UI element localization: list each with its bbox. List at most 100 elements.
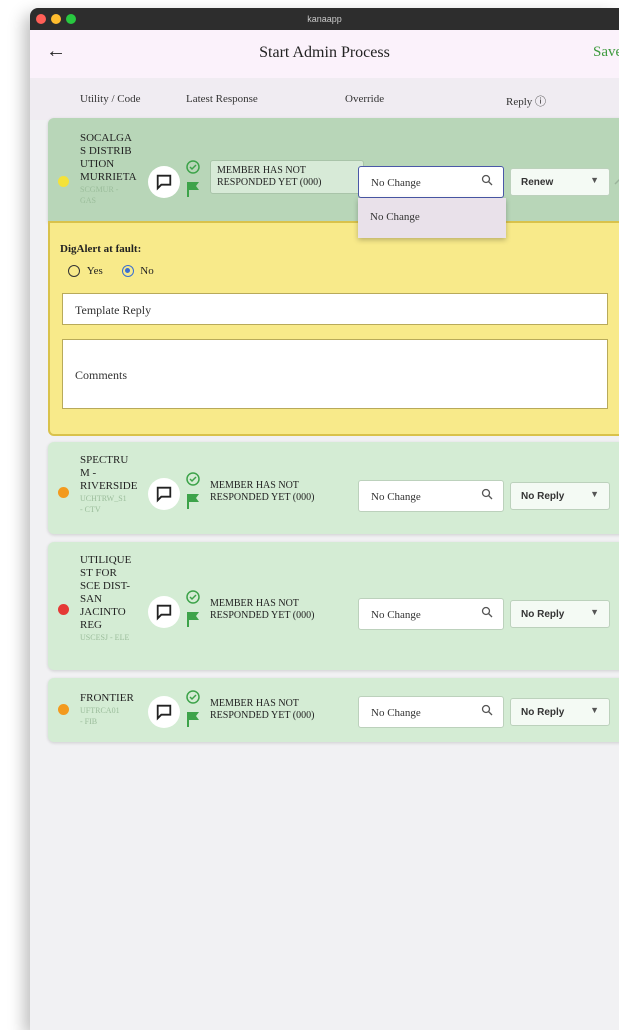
window-title: kanaapp (307, 14, 342, 24)
utility-code: SCGMUR - (80, 185, 119, 194)
latest-response-line: MEMBER HAS NOT (210, 480, 299, 491)
override-search-input[interactable]: No Change (358, 598, 504, 630)
column-header-utility: Utility / Code (80, 93, 141, 105)
override-search-input[interactable]: No Change (358, 696, 504, 728)
latest-response-line: RESPONDED YET (000) (210, 492, 315, 503)
status-indicator (58, 704, 69, 715)
page-title: Start Admin Process (259, 44, 390, 61)
column-header-override: Override (345, 93, 385, 105)
override-value: No Change (371, 491, 421, 503)
utility-row-spectrum[interactable]: SPECTRU M - RIVERSIDE UCHTRW_S1 - CTV ME… (48, 442, 619, 534)
utility-name-line: M - (80, 467, 97, 479)
radio-no[interactable] (121, 265, 134, 278)
comment-button[interactable] (148, 696, 180, 728)
reply-select[interactable]: No Reply ▼ (510, 600, 610, 628)
reply-value: Renew (521, 177, 554, 188)
utility-name-line: UTION (80, 158, 115, 170)
latest-response: MEMBER HAS NOT RESPONDED YET (000) (210, 480, 350, 504)
utility-name-line: REG (80, 619, 102, 631)
close-window-button[interactable] (36, 14, 46, 24)
utility-name: FRONTIER UFTRCA01 - FIB (80, 692, 144, 727)
column-header-reply[interactable]: Reply ⓘ (506, 93, 546, 109)
utility-name-line: UTILIQUE (80, 554, 132, 566)
latest-response-line: MEMBER HAS NOT (210, 698, 299, 709)
chevron-down-icon: ▼ (590, 705, 599, 715)
comment-button[interactable] (148, 166, 180, 198)
status-icons (186, 690, 206, 727)
app-bar: ← Start Admin Process Save (30, 30, 619, 78)
chevron-down-icon: ▼ (590, 489, 599, 499)
minimize-window-button[interactable] (51, 14, 61, 24)
digalert-radio-group: Yes No (68, 265, 154, 278)
flag-icon (187, 494, 199, 509)
reply-select[interactable]: No Reply ▼ (510, 698, 610, 726)
reply-value: No Reply (521, 609, 565, 620)
status-indicator (58, 487, 69, 498)
latest-response-line: MEMBER HAS NOT (210, 598, 299, 609)
utility-name-line: JACINTO (80, 606, 126, 618)
status-indicator (58, 604, 69, 615)
latest-response: MEMBER HAS NOT RESPONDED YET (000) (210, 598, 350, 622)
window-titlebar: kanaapp (30, 8, 619, 30)
utility-name: UTILIQUE ST FOR SCE DIST- SAN JACINTO RE… (80, 554, 144, 643)
utility-name-line: SPECTRU (80, 454, 129, 466)
chat-bubble-icon (156, 486, 172, 503)
zoom-window-button[interactable] (66, 14, 76, 24)
utility-row-frontier[interactable]: FRONTIER UFTRCA01 - FIB MEMBER HAS NOT R… (48, 678, 619, 742)
save-button[interactable]: Save (593, 44, 619, 61)
status-icons (186, 160, 206, 197)
chat-bubble-icon (156, 704, 172, 721)
clock-check-icon (186, 160, 200, 174)
comments-field[interactable]: Comments (62, 339, 608, 409)
utility-code: USCESJ - ELE (80, 633, 130, 642)
comment-button[interactable] (148, 478, 180, 510)
search-icon (481, 488, 493, 500)
template-reply-field[interactable]: Template Reply (62, 293, 608, 325)
chevron-up-icon[interactable] (614, 176, 619, 186)
utility-row-utiliquest[interactable]: UTILIQUE ST FOR SCE DIST- SAN JACINTO RE… (48, 542, 619, 670)
window-controls (36, 14, 76, 24)
reply-value: No Reply (521, 707, 565, 718)
clock-check-icon (186, 590, 200, 604)
latest-response-line: RESPONDED YET (000) (217, 177, 322, 188)
digalert-panel: DigAlert at fault: Yes No Template Reply… (48, 221, 619, 436)
comment-button[interactable] (148, 596, 180, 628)
search-icon (481, 174, 493, 186)
reply-select[interactable]: Renew ▼ (510, 168, 610, 196)
utility-name-line: FRONTIER (80, 692, 134, 704)
column-header-row: Utility / Code Latest Response Override … (30, 78, 619, 120)
status-icons (186, 590, 206, 627)
radio-yes-label: Yes (86, 265, 103, 277)
utility-code: - CTV (80, 505, 101, 514)
flag-icon (187, 612, 199, 627)
override-search-input[interactable]: No Change (358, 480, 504, 512)
flag-icon (187, 712, 199, 727)
chevron-down-icon: ▼ (590, 175, 599, 185)
search-icon (481, 704, 493, 716)
digalert-label: DigAlert at fault: (60, 243, 142, 255)
utility-name-line: MURRIETA (80, 171, 137, 183)
latest-response: MEMBER HAS NOT RESPONDED YET (000) (210, 160, 364, 194)
utility-code: UFTRCA01 (80, 706, 120, 715)
override-dropdown: No Change (358, 198, 506, 238)
status-icons (186, 472, 206, 509)
utility-row-socalgas[interactable]: SOCALGA S DISTRIB UTION MURRIETA SCGMUR … (48, 118, 619, 222)
override-value: No Change (371, 609, 421, 621)
latest-response-line: RESPONDED YET (000) (210, 610, 315, 621)
utility-name-line: SAN (80, 593, 103, 605)
reply-select[interactable]: No Reply ▼ (510, 482, 610, 510)
utility-name: SOCALGA S DISTRIB UTION MURRIETA SCGMUR … (80, 132, 144, 206)
utility-name-line: S DISTRIB (80, 145, 132, 157)
comments-placeholder: Comments (75, 368, 128, 382)
dropdown-option[interactable]: No Change (370, 211, 420, 223)
clock-check-icon (186, 690, 200, 704)
app-window: kanaapp ← Start Admin Process Save Utili… (30, 8, 619, 1030)
flag-icon (187, 182, 199, 197)
radio-yes[interactable] (68, 265, 80, 278)
utility-name: SPECTRU M - RIVERSIDE UCHTRW_S1 - CTV (80, 454, 144, 515)
status-indicator (58, 176, 69, 187)
utility-code: UCHTRW_S1 (80, 494, 127, 503)
column-header-latest: Latest Response (186, 93, 258, 105)
override-search-input[interactable]: No Change (358, 166, 504, 198)
reply-value: No Reply (521, 491, 565, 502)
